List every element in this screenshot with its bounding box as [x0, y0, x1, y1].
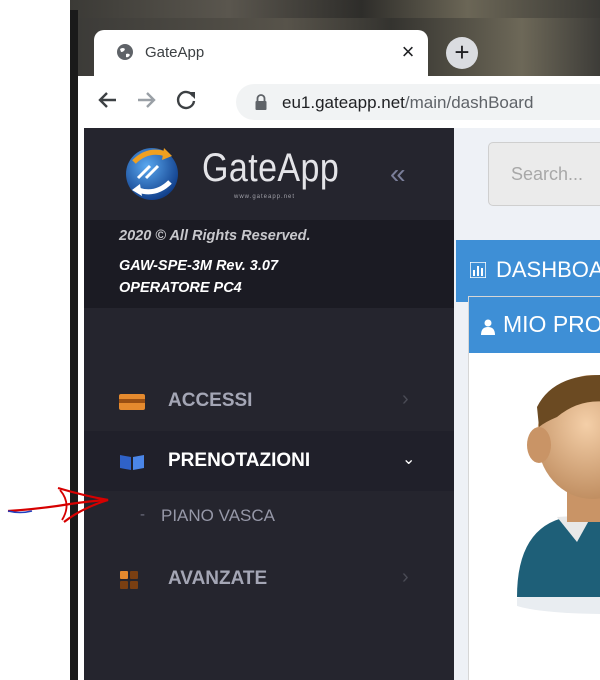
- reload-icon[interactable]: [170, 84, 202, 116]
- web-page: GateApp www.gateapp.net « 2020 © All Rig…: [78, 128, 600, 680]
- tab-title: GateApp: [145, 44, 205, 61]
- sidebar-item-label: ACCESSI: [168, 390, 253, 411]
- user-icon: [481, 319, 495, 335]
- avatar: [517, 375, 600, 614]
- desktop-edge: [70, 10, 78, 680]
- chevron-down-icon: ⌄: [402, 451, 416, 468]
- annotation-arrow: [7, 486, 109, 523]
- profile-header: MIO PROFILO: [469, 297, 600, 353]
- submenu-item-piano-vasca[interactable]: - PIANO VASCA: [84, 491, 454, 543]
- chevron-right-icon: ›: [402, 566, 409, 588]
- logo-subtitle: www.gateapp.net: [234, 194, 296, 200]
- info-area: 2020 © All Rights Reserved. GAW-SPE-3M R…: [84, 220, 454, 308]
- operator-text: OPERATORE PC4: [119, 280, 242, 296]
- bar-chart-icon: [470, 262, 486, 278]
- close-tab-icon[interactable]: ×: [396, 38, 420, 66]
- submenu-item-label: PIANO VASCA: [161, 506, 275, 525]
- copyright-text: 2020 © All Rights Reserved.: [119, 228, 311, 244]
- chevron-right-icon: ›: [402, 388, 409, 410]
- page-margin: [0, 0, 70, 680]
- profile-title: MIO PROFILO: [503, 311, 600, 337]
- url-path: /main/dashBoard: [404, 93, 534, 112]
- logo-area: GateApp www.gateapp.net «: [84, 128, 454, 220]
- url-text: eu1.gateapp.net/main/dashBoard: [282, 93, 533, 113]
- submenu-bullet: -: [140, 506, 145, 523]
- collapse-sidebar-icon[interactable]: «: [390, 158, 406, 190]
- dashboard-header: DASHBOARD: [456, 240, 600, 302]
- browser-toolbar: eu1.gateapp.net/main/dashBoard: [78, 76, 600, 129]
- back-icon[interactable]: [92, 84, 124, 116]
- gateapp-logo-icon: [126, 148, 178, 200]
- sidebar-item-label: AVANZATE: [168, 568, 268, 589]
- sidebar-item-avanzate[interactable]: AVANZATE ›: [84, 549, 454, 609]
- browser-tab[interactable]: GateApp ×: [94, 30, 428, 76]
- main-content: Search... DASHBOARD MIO PROFILO: [454, 128, 600, 680]
- logo-text: GateApp: [202, 146, 340, 190]
- search-placeholder: Search...: [511, 164, 584, 184]
- globe-icon: [117, 44, 133, 60]
- forward-icon[interactable]: [130, 84, 162, 116]
- grid-icon: [120, 571, 138, 589]
- wallet-icon: [119, 394, 145, 410]
- sidebar-item-accessi[interactable]: ACCESSI ›: [84, 371, 454, 431]
- version-text: GAW-SPE-3M Rev. 3.07: [119, 258, 279, 274]
- new-tab-button[interactable]: +: [446, 37, 478, 69]
- sidebar: GateApp www.gateapp.net « 2020 © All Rig…: [84, 128, 454, 680]
- dashboard-title: DASHBOARD: [496, 257, 600, 282]
- url-host: eu1.gateapp.net: [282, 93, 405, 112]
- desktop-background: [70, 0, 600, 18]
- search-input[interactable]: Search...: [488, 142, 600, 206]
- lock-icon: [255, 94, 267, 110]
- profile-panel: MIO PROFILO: [468, 296, 600, 680]
- browser-window: GateApp × + eu1.gateapp.net/main/dashBoa…: [78, 18, 600, 680]
- book-icon: [120, 455, 144, 470]
- address-bar[interactable]: eu1.gateapp.net/main/dashBoard: [236, 84, 600, 120]
- tab-strip: GateApp × +: [78, 18, 600, 76]
- sidebar-item-prenotazioni[interactable]: PRENOTAZIONI ⌄: [84, 431, 454, 491]
- sidebar-item-label: PRENOTAZIONI: [168, 450, 311, 471]
